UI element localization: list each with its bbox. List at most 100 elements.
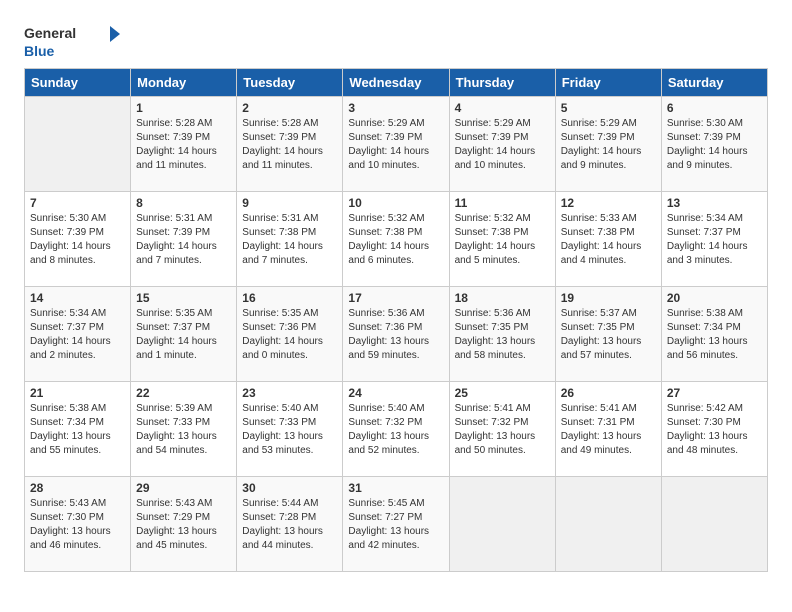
day-number: 3 [348,101,443,115]
cell-content: Sunrise: 5:29 AMSunset: 7:39 PMDaylight:… [455,117,550,173]
calendar-cell: 5 Sunrise: 5:29 AMSunset: 7:39 PMDayligh… [555,97,661,192]
header-cell-saturday: Saturday [661,69,767,97]
calendar-cell: 30 Sunrise: 5:44 AMSunset: 7:28 PMDaylig… [237,477,343,572]
cell-content: Sunrise: 5:38 AMSunset: 7:34 PMDaylight:… [30,402,125,458]
cell-content: Sunrise: 5:42 AMSunset: 7:30 PMDaylight:… [667,402,762,458]
cell-content: Sunrise: 5:45 AMSunset: 7:27 PMDaylight:… [348,497,443,553]
header-cell-thursday: Thursday [449,69,555,97]
day-number: 27 [667,386,762,400]
calendar-cell: 15 Sunrise: 5:35 AMSunset: 7:37 PMDaylig… [131,287,237,382]
cell-content: Sunrise: 5:29 AMSunset: 7:39 PMDaylight:… [348,117,443,173]
calendar-cell [661,477,767,572]
cell-content: Sunrise: 5:32 AMSunset: 7:38 PMDaylight:… [455,212,550,268]
calendar-cell: 20 Sunrise: 5:38 AMSunset: 7:34 PMDaylig… [661,287,767,382]
calendar-cell: 3 Sunrise: 5:29 AMSunset: 7:39 PMDayligh… [343,97,449,192]
cell-content: Sunrise: 5:43 AMSunset: 7:29 PMDaylight:… [136,497,231,553]
cell-content: Sunrise: 5:44 AMSunset: 7:28 PMDaylight:… [242,497,337,553]
cell-content: Sunrise: 5:33 AMSunset: 7:38 PMDaylight:… [561,212,656,268]
day-number: 9 [242,196,337,210]
cell-content: Sunrise: 5:36 AMSunset: 7:36 PMDaylight:… [348,307,443,363]
day-number: 2 [242,101,337,115]
header-cell-sunday: Sunday [25,69,131,97]
day-number: 18 [455,291,550,305]
week-row-1: 1 Sunrise: 5:28 AMSunset: 7:39 PMDayligh… [25,97,768,192]
cell-content: Sunrise: 5:41 AMSunset: 7:32 PMDaylight:… [455,402,550,458]
cell-content: Sunrise: 5:30 AMSunset: 7:39 PMDaylight:… [667,117,762,173]
cell-content: Sunrise: 5:32 AMSunset: 7:38 PMDaylight:… [348,212,443,268]
cell-content: Sunrise: 5:35 AMSunset: 7:37 PMDaylight:… [136,307,231,363]
day-number: 29 [136,481,231,495]
calendar-cell: 2 Sunrise: 5:28 AMSunset: 7:39 PMDayligh… [237,97,343,192]
cell-content: Sunrise: 5:43 AMSunset: 7:30 PMDaylight:… [30,497,125,553]
day-number: 1 [136,101,231,115]
calendar-cell: 26 Sunrise: 5:41 AMSunset: 7:31 PMDaylig… [555,382,661,477]
cell-content: Sunrise: 5:28 AMSunset: 7:39 PMDaylight:… [242,117,337,173]
day-number: 31 [348,481,443,495]
day-number: 26 [561,386,656,400]
day-number: 14 [30,291,125,305]
week-row-3: 14 Sunrise: 5:34 AMSunset: 7:37 PMDaylig… [25,287,768,382]
calendar-cell: 27 Sunrise: 5:42 AMSunset: 7:30 PMDaylig… [661,382,767,477]
cell-content: Sunrise: 5:28 AMSunset: 7:39 PMDaylight:… [136,117,231,173]
week-row-2: 7 Sunrise: 5:30 AMSunset: 7:39 PMDayligh… [25,192,768,287]
day-number: 13 [667,196,762,210]
header-row: SundayMondayTuesdayWednesdayThursdayFrid… [25,69,768,97]
day-number: 5 [561,101,656,115]
calendar-cell [555,477,661,572]
cell-content: Sunrise: 5:29 AMSunset: 7:39 PMDaylight:… [561,117,656,173]
day-number: 16 [242,291,337,305]
calendar-cell: 7 Sunrise: 5:30 AMSunset: 7:39 PMDayligh… [25,192,131,287]
week-row-5: 28 Sunrise: 5:43 AMSunset: 7:30 PMDaylig… [25,477,768,572]
calendar-cell: 16 Sunrise: 5:35 AMSunset: 7:36 PMDaylig… [237,287,343,382]
cell-content: Sunrise: 5:30 AMSunset: 7:39 PMDaylight:… [30,212,125,268]
calendar-cell: 13 Sunrise: 5:34 AMSunset: 7:37 PMDaylig… [661,192,767,287]
cell-content: Sunrise: 5:40 AMSunset: 7:32 PMDaylight:… [348,402,443,458]
day-number: 17 [348,291,443,305]
calendar-cell: 24 Sunrise: 5:40 AMSunset: 7:32 PMDaylig… [343,382,449,477]
cell-content: Sunrise: 5:34 AMSunset: 7:37 PMDaylight:… [667,212,762,268]
calendar-cell: 14 Sunrise: 5:34 AMSunset: 7:37 PMDaylig… [25,287,131,382]
header-cell-monday: Monday [131,69,237,97]
week-row-4: 21 Sunrise: 5:38 AMSunset: 7:34 PMDaylig… [25,382,768,477]
calendar-cell: 1 Sunrise: 5:28 AMSunset: 7:39 PMDayligh… [131,97,237,192]
calendar-body: 1 Sunrise: 5:28 AMSunset: 7:39 PMDayligh… [25,97,768,572]
day-number: 10 [348,196,443,210]
cell-content: Sunrise: 5:36 AMSunset: 7:35 PMDaylight:… [455,307,550,363]
calendar-cell [25,97,131,192]
cell-content: Sunrise: 5:38 AMSunset: 7:34 PMDaylight:… [667,307,762,363]
day-number: 7 [30,196,125,210]
calendar-cell: 18 Sunrise: 5:36 AMSunset: 7:35 PMDaylig… [449,287,555,382]
cell-content: Sunrise: 5:37 AMSunset: 7:35 PMDaylight:… [561,307,656,363]
calendar-header: SundayMondayTuesdayWednesdayThursdayFrid… [25,69,768,97]
calendar-cell: 29 Sunrise: 5:43 AMSunset: 7:29 PMDaylig… [131,477,237,572]
day-number: 24 [348,386,443,400]
day-number: 12 [561,196,656,210]
day-number: 25 [455,386,550,400]
calendar-cell: 8 Sunrise: 5:31 AMSunset: 7:39 PMDayligh… [131,192,237,287]
calendar-cell: 19 Sunrise: 5:37 AMSunset: 7:35 PMDaylig… [555,287,661,382]
cell-content: Sunrise: 5:41 AMSunset: 7:31 PMDaylight:… [561,402,656,458]
calendar-cell: 23 Sunrise: 5:40 AMSunset: 7:33 PMDaylig… [237,382,343,477]
logo: General Blue [24,20,124,60]
header-cell-tuesday: Tuesday [237,69,343,97]
day-number: 6 [667,101,762,115]
day-number: 8 [136,196,231,210]
page-header: General Blue [24,20,768,60]
cell-content: Sunrise: 5:34 AMSunset: 7:37 PMDaylight:… [30,307,125,363]
calendar-table: SundayMondayTuesdayWednesdayThursdayFrid… [24,68,768,572]
cell-content: Sunrise: 5:35 AMSunset: 7:36 PMDaylight:… [242,307,337,363]
day-number: 15 [136,291,231,305]
calendar-cell [449,477,555,572]
day-number: 23 [242,386,337,400]
day-number: 21 [30,386,125,400]
day-number: 30 [242,481,337,495]
cell-content: Sunrise: 5:39 AMSunset: 7:33 PMDaylight:… [136,402,231,458]
calendar-cell: 22 Sunrise: 5:39 AMSunset: 7:33 PMDaylig… [131,382,237,477]
day-number: 19 [561,291,656,305]
calendar-cell: 6 Sunrise: 5:30 AMSunset: 7:39 PMDayligh… [661,97,767,192]
calendar-cell: 21 Sunrise: 5:38 AMSunset: 7:34 PMDaylig… [25,382,131,477]
day-number: 11 [455,196,550,210]
cell-content: Sunrise: 5:31 AMSunset: 7:39 PMDaylight:… [136,212,231,268]
header-cell-friday: Friday [555,69,661,97]
calendar-cell: 12 Sunrise: 5:33 AMSunset: 7:38 PMDaylig… [555,192,661,287]
